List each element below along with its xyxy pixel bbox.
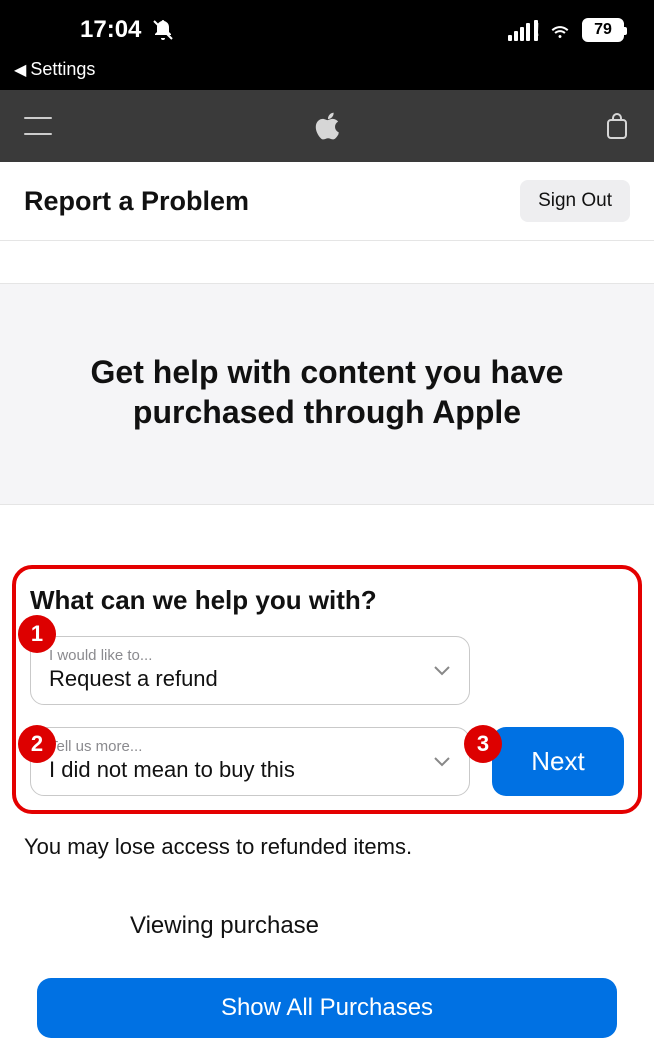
status-time-group: 17:04: [80, 16, 175, 44]
battery-indicator: 79: [582, 18, 624, 42]
refund-warning-text: You may lose access to refunded items.: [24, 834, 630, 860]
chevron-left-icon: ◀: [14, 60, 26, 80]
reason-value: I did not mean to buy this: [49, 757, 419, 783]
back-label: Settings: [30, 59, 95, 80]
form-heading: What can we help you with?: [30, 585, 624, 616]
chevron-down-icon: [433, 665, 451, 677]
status-right-group: ! 79: [508, 18, 624, 42]
status-time: 17:04: [80, 16, 141, 44]
wifi-icon: [548, 18, 572, 42]
annotation-marker-1: 1: [18, 615, 56, 653]
request-type-select[interactable]: I would like to... Request a refund: [30, 636, 470, 705]
back-to-settings-link[interactable]: ◀ Settings: [14, 59, 95, 80]
viewing-purchase-label: Viewing purchase: [130, 912, 654, 940]
request-type-label: I would like to...: [49, 647, 419, 664]
ios-status-bar: 17:04 ! 79 ◀ Settings: [0, 0, 654, 90]
next-button[interactable]: Next: [492, 727, 624, 796]
cellular-signal-icon: !: [508, 20, 538, 41]
annotation-marker-3: 3: [464, 725, 502, 763]
page-title: Report a Problem: [24, 186, 249, 217]
hero-heading: Get help with content you have purchased…: [40, 352, 614, 432]
sign-out-button[interactable]: Sign Out: [520, 180, 630, 222]
reason-label: Tell us more...: [49, 738, 419, 755]
battery-percent: 79: [594, 21, 612, 39]
apple-logo-icon[interactable]: [314, 110, 342, 142]
help-form-annotated: 1 2 3 What can we help you with? I would…: [12, 565, 642, 814]
annotation-marker-2: 2: [18, 725, 56, 763]
chevron-down-icon: [433, 756, 451, 768]
request-type-value: Request a refund: [49, 666, 419, 692]
notifications-muted-icon: [151, 18, 175, 42]
show-all-purchases-button[interactable]: Show All Purchases: [37, 978, 617, 1038]
page-header: Report a Problem Sign Out: [0, 162, 654, 241]
shopping-bag-icon[interactable]: [604, 112, 630, 140]
reason-select[interactable]: Tell us more... I did not mean to buy th…: [30, 727, 470, 796]
menu-icon[interactable]: [24, 117, 52, 135]
apple-global-nav: [0, 90, 654, 162]
hero-banner: Get help with content you have purchased…: [0, 283, 654, 505]
